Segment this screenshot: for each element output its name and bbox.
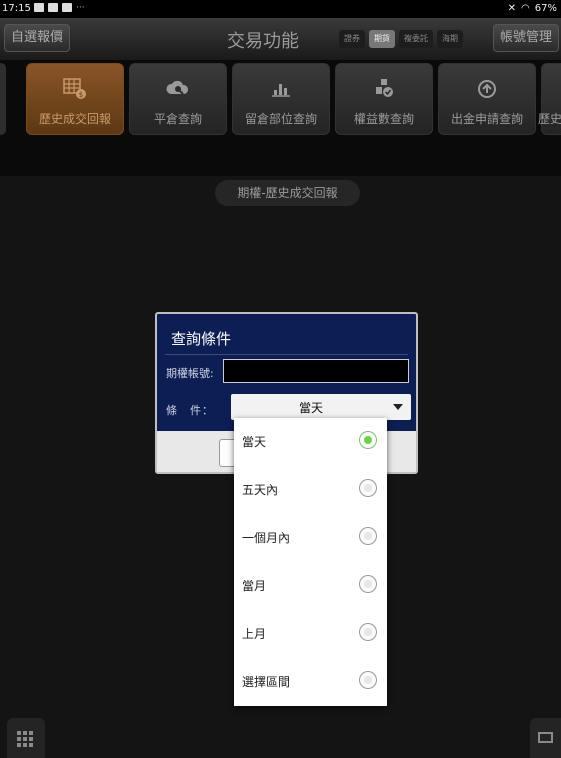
window-icon	[538, 732, 553, 743]
function-close-position-query[interactable]: 平倉查詢	[129, 63, 227, 135]
option-this-month[interactable]: 當月	[234, 562, 387, 610]
option-last-month[interactable]: 上月	[234, 610, 387, 658]
function-equity-query[interactable]: 權益數查詢	[335, 63, 433, 135]
option-within-one-month[interactable]: 一個月內	[234, 514, 387, 562]
page-title: 期權-歷史成交回報	[215, 180, 360, 206]
option-today[interactable]: 當天	[234, 418, 387, 466]
option-label: 一個月內	[242, 531, 291, 545]
mute-icon: ✕	[507, 3, 517, 14]
more-notifications-icon: ···	[76, 3, 85, 13]
option-select-range[interactable]: 選擇區間	[234, 658, 387, 706]
notification-icons: ···	[34, 3, 85, 13]
account-label: 期權帳號:	[166, 367, 214, 380]
radio-selected-icon[interactable]	[359, 431, 377, 449]
chevron-down-icon	[393, 404, 403, 410]
function-withdrawal-query[interactable]: 出金申請查詢	[438, 63, 536, 135]
option-label: 當天	[242, 435, 267, 449]
watchlist-button[interactable]: 自選報價	[4, 24, 71, 52]
market-segment-control: 證券 期貨 複委託 海期	[339, 30, 463, 48]
page-header-title: 交易功能	[227, 31, 299, 52]
function-prev-edge[interactable]	[0, 63, 6, 135]
grid-dollar-icon: $	[27, 78, 123, 100]
app-notification-icon	[48, 3, 58, 12]
menu-grid-button[interactable]	[7, 718, 45, 758]
function-label: 留倉部位查詢	[244, 112, 317, 126]
status-bar: 17:15 ··· ✕ ◠ 67%	[0, 0, 561, 18]
function-label: 權益數查詢	[353, 112, 414, 126]
circle-arrow-icon	[439, 78, 535, 100]
segment-overseas-futures[interactable]: 海期	[437, 30, 463, 48]
condition-dropdown: 當天 五天內 一個月內 當月 上月 選擇區間	[234, 418, 387, 706]
radio-icon[interactable]	[359, 479, 377, 497]
mail-icon	[62, 3, 72, 12]
dialog-divider	[165, 354, 408, 355]
status-time: 17:15	[2, 3, 31, 14]
condition-select-value: 當天	[298, 401, 323, 415]
radio-icon[interactable]	[359, 527, 377, 545]
account-management-button[interactable]: 帳號管理	[492, 24, 559, 52]
condition-label: 條 件：	[166, 404, 214, 417]
account-field[interactable]	[223, 359, 409, 383]
battery-level: 67%	[534, 3, 557, 14]
function-bar-footer	[0, 140, 561, 176]
screen-toggle-button[interactable]	[530, 718, 561, 758]
svg-text:$: $	[79, 91, 83, 99]
segment-sub-brokerage[interactable]: 複委託	[399, 30, 433, 48]
bar-chart-icon	[233, 78, 329, 100]
dialog-title: 查詢條件	[171, 330, 232, 348]
option-label: 上月	[242, 627, 267, 641]
function-history-more[interactable]: 歷史	[538, 63, 561, 135]
cloud-search-icon	[130, 78, 226, 100]
radio-icon[interactable]	[359, 623, 377, 641]
function-open-position-query[interactable]: 留倉部位查詢	[232, 63, 330, 135]
option-label: 當月	[242, 579, 267, 593]
blocks-check-icon	[336, 78, 432, 100]
radio-icon[interactable]	[359, 671, 377, 689]
option-label: 選擇區間	[242, 675, 291, 689]
function-label: 歷史成交回報	[38, 112, 111, 126]
wifi-icon: ◠	[521, 3, 530, 14]
segment-futures[interactable]: 期貨	[369, 30, 395, 48]
segment-securities[interactable]: 證券	[339, 30, 365, 48]
function-label: 平倉查詢	[153, 112, 202, 126]
function-history-trades[interactable]: $ 歷史成交回報	[26, 63, 124, 135]
function-label: 出金申請查詢	[450, 112, 523, 126]
function-bar: $ 歷史成交回報 平倉查詢 留倉部位查詢 權益數查詢 出金申請查詢 歷史	[0, 60, 561, 140]
message-icon	[34, 3, 44, 12]
radio-icon[interactable]	[359, 575, 377, 593]
function-label: 歷史	[538, 112, 561, 126]
option-label: 五天內	[242, 483, 279, 497]
option-within-five-days[interactable]: 五天內	[234, 466, 387, 514]
grid-icon	[17, 731, 33, 747]
condition-select[interactable]: 當天	[231, 394, 411, 420]
app-header: 自選報價 交易功能 證券 期貨 複委託 海期 帳號管理	[0, 18, 561, 60]
